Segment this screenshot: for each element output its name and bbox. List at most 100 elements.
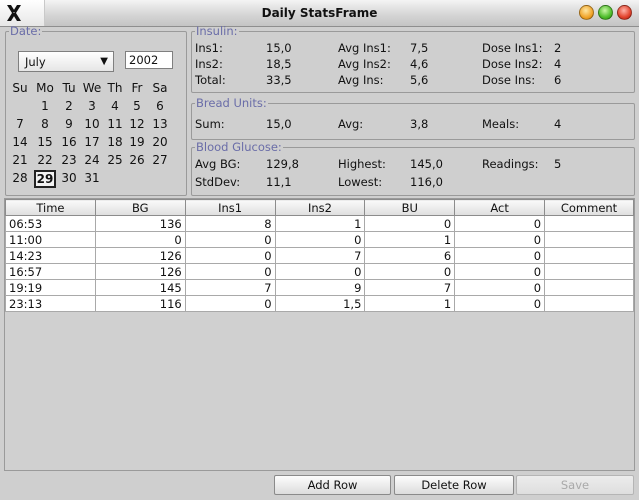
calendar-day[interactable]: 3 bbox=[81, 99, 103, 113]
table-row[interactable]: 19:19 145 7 9 7 0 bbox=[5, 279, 634, 296]
table-cell[interactable]: 116 bbox=[94, 295, 186, 312]
column-header[interactable]: Ins1 bbox=[184, 199, 276, 216]
table-cell[interactable]: 0 bbox=[454, 279, 546, 296]
calendar-day[interactable]: 24 bbox=[81, 153, 103, 167]
table-cell[interactable] bbox=[544, 263, 634, 280]
table-row[interactable]: 06:53 136 8 1 0 0 bbox=[5, 215, 634, 232]
chevron-down-icon: ▼ bbox=[100, 56, 108, 67]
calendar-day[interactable]: 9 bbox=[58, 117, 80, 131]
table-cell[interactable]: 136 bbox=[94, 215, 186, 232]
table-cell[interactable]: 1 bbox=[364, 231, 456, 248]
calendar-day[interactable]: 19 bbox=[126, 135, 148, 149]
table-cell[interactable]: 7 bbox=[364, 279, 456, 296]
table-cell[interactable] bbox=[544, 247, 634, 264]
calendar-day[interactable]: 11 bbox=[104, 117, 126, 131]
table-cell[interactable]: 0 bbox=[184, 247, 276, 264]
calendar-day-selected[interactable]: 29 bbox=[34, 170, 56, 188]
avg-ins-value: 5,6 bbox=[410, 73, 429, 87]
calendar-day[interactable]: 17 bbox=[81, 135, 103, 149]
month-dropdown[interactable]: July ▼ bbox=[18, 51, 114, 72]
calendar-day[interactable]: 30 bbox=[58, 171, 80, 185]
table-cell[interactable] bbox=[544, 295, 634, 312]
table-cell[interactable] bbox=[544, 231, 634, 248]
calendar-day[interactable]: 26 bbox=[126, 153, 148, 167]
calendar-day[interactable]: 5 bbox=[126, 99, 148, 113]
column-header[interactable]: Act bbox=[454, 199, 546, 216]
calendar-day[interactable]: 23 bbox=[58, 153, 80, 167]
table-cell[interactable]: 0 bbox=[454, 295, 546, 312]
calendar-day[interactable]: 1 bbox=[34, 99, 56, 113]
calendar-day[interactable]: 25 bbox=[104, 153, 126, 167]
calendar-day[interactable]: 13 bbox=[149, 117, 171, 131]
calendar-day[interactable]: 27 bbox=[149, 153, 171, 167]
table-row[interactable]: 16:57 126 0 0 0 0 bbox=[5, 263, 634, 280]
readings-table[interactable]: Time BG Ins1 Ins2 BU Act Comment 06:53 136 8 1 0 0 1… bbox=[5, 199, 634, 312]
year-field[interactable]: 2002 bbox=[125, 51, 173, 69]
table-cell[interactable]: 16:57 bbox=[5, 263, 96, 280]
calendar-day[interactable]: 6 bbox=[149, 99, 171, 113]
table-cell[interactable] bbox=[544, 215, 634, 232]
maximize-button[interactable] bbox=[598, 5, 613, 20]
table-cell[interactable]: 1 bbox=[274, 215, 366, 232]
save-button[interactable]: Save bbox=[516, 475, 634, 495]
table-cell[interactable]: 0 bbox=[454, 215, 546, 232]
table-cell[interactable]: 14:23 bbox=[5, 247, 96, 264]
table-cell[interactable]: 1,5 bbox=[274, 295, 366, 312]
calendar-day[interactable]: 18 bbox=[104, 135, 126, 149]
table-cell[interactable]: 19:19 bbox=[5, 279, 96, 296]
column-header[interactable]: Ins2 bbox=[274, 199, 366, 216]
table-cell[interactable]: 8 bbox=[184, 215, 276, 232]
calendar-day[interactable]: 12 bbox=[126, 117, 148, 131]
minimize-button[interactable] bbox=[579, 5, 594, 20]
calendar-day[interactable]: 8 bbox=[34, 117, 56, 131]
column-header[interactable]: Time bbox=[5, 199, 96, 216]
calendar-day[interactable]: 15 bbox=[34, 135, 56, 149]
calendar-day[interactable]: 14 bbox=[9, 135, 31, 149]
table-cell[interactable]: 9 bbox=[274, 279, 366, 296]
column-header[interactable]: Comment bbox=[544, 199, 634, 216]
table-cell[interactable]: 6 bbox=[364, 247, 456, 264]
calendar-day[interactable]: 7 bbox=[9, 117, 31, 131]
table-cell[interactable]: 06:53 bbox=[5, 215, 96, 232]
calendar-day[interactable]: 20 bbox=[149, 135, 171, 149]
table-cell[interactable]: 0 bbox=[454, 247, 546, 264]
weekday-header: Su bbox=[12, 81, 28, 95]
table-cell[interactable] bbox=[544, 279, 634, 296]
column-header[interactable]: BU bbox=[364, 199, 456, 216]
table-cell[interactable]: 145 bbox=[94, 279, 186, 296]
close-button[interactable] bbox=[617, 5, 632, 20]
table-cell[interactable]: 0 bbox=[94, 231, 186, 248]
table-cell[interactable]: 0 bbox=[184, 263, 276, 280]
table-cell[interactable]: 0 bbox=[364, 263, 456, 280]
calendar-day[interactable]: 28 bbox=[9, 171, 31, 185]
table-cell[interactable]: 0 bbox=[364, 215, 456, 232]
calendar-day[interactable]: 22 bbox=[34, 153, 56, 167]
readings-table-area[interactable]: Time BG Ins1 Ins2 BU Act Comment 06:53 136 8 1 0 0 1… bbox=[4, 198, 635, 471]
table-row[interactable]: 23:13 116 0 1,5 1 0 bbox=[5, 295, 634, 312]
calendar-day[interactable]: 4 bbox=[104, 99, 126, 113]
table-cell[interactable]: 0 bbox=[274, 231, 366, 248]
calendar-day[interactable]: 16 bbox=[58, 135, 80, 149]
table-cell[interactable]: 0 bbox=[184, 231, 276, 248]
add-row-button[interactable]: Add Row bbox=[274, 475, 391, 495]
calendar-day[interactable]: 21 bbox=[9, 153, 31, 167]
table-cell[interactable]: 23:13 bbox=[5, 295, 96, 312]
table-cell[interactable]: 0 bbox=[454, 263, 546, 280]
table-cell[interactable]: 11:00 bbox=[5, 231, 96, 248]
table-cell[interactable]: 126 bbox=[94, 247, 186, 264]
table-cell[interactable]: 7 bbox=[274, 247, 366, 264]
table-cell[interactable]: 126 bbox=[94, 263, 186, 280]
table-cell[interactable]: 1 bbox=[364, 295, 456, 312]
delete-row-button[interactable]: Delete Row bbox=[394, 475, 514, 495]
table-row[interactable]: 14:23 126 0 7 6 0 bbox=[5, 247, 634, 264]
table-row[interactable]: 11:00 0 0 0 1 0 bbox=[5, 231, 634, 248]
table-cell[interactable]: 0 bbox=[274, 263, 366, 280]
table-cell[interactable]: 0 bbox=[454, 231, 546, 248]
calendar-day[interactable]: 10 bbox=[81, 117, 103, 131]
column-header[interactable]: BG bbox=[94, 199, 186, 216]
title-bar[interactable]: Daily StatsFrame bbox=[0, 0, 639, 27]
table-cell[interactable]: 0 bbox=[184, 295, 276, 312]
calendar-day[interactable]: 2 bbox=[58, 99, 80, 113]
table-cell[interactable]: 7 bbox=[184, 279, 276, 296]
calendar-day[interactable]: 31 bbox=[81, 171, 103, 185]
